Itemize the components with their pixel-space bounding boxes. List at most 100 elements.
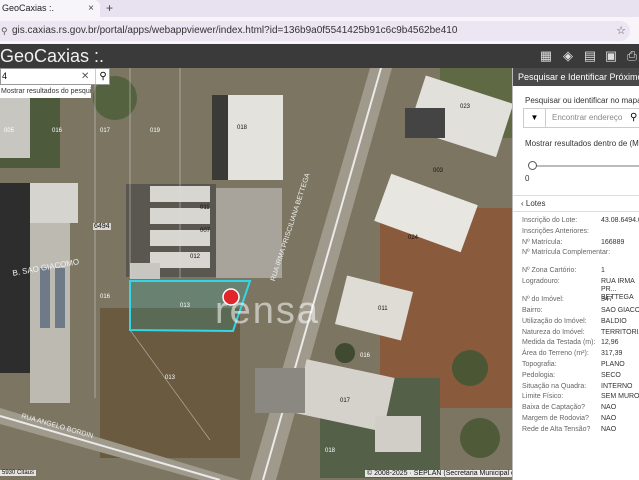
map-search-box[interactable]: 4 ✕ ⚲ <box>0 68 110 85</box>
attribute-row: Nº do Imóvel: 347 <box>522 295 639 306</box>
attribute-row: Pedologia: SECO <box>522 371 639 382</box>
lot-code: 011 <box>200 205 210 211</box>
slider-value: 0 <box>525 174 530 183</box>
attribute-key: Topografia: <box>522 360 557 368</box>
attribute-key: Margem de Rodovia? <box>522 414 589 422</box>
lot-code: 016 <box>360 353 371 359</box>
attribute-row: Área do Terreno (m²): 317,39 <box>522 349 639 360</box>
new-tab-button[interactable]: + <box>106 0 113 16</box>
satellite-map[interactable] <box>0 68 512 480</box>
attribute-row: Bairro: SAO GIACOMO <box>522 306 639 317</box>
scale-bar: 5930 Citaus <box>0 470 37 476</box>
url-field[interactable]: ⚲ gis.caxias.rs.gov.br/portal/apps/webap… <box>0 21 630 41</box>
attribute-row: Margem de Rodovia? NAO <box>522 414 639 425</box>
attribute-value: BALDIO <box>601 317 627 325</box>
attribute-value: 12,96 <box>601 339 619 347</box>
slider-handle[interactable] <box>528 161 537 170</box>
browser-tab-bar: GeoCaxias :. × + <box>0 0 639 17</box>
close-icon[interactable]: × <box>88 0 94 17</box>
panel-title: Pesquisar e Identificar Próximo <box>513 68 639 86</box>
table-icon[interactable]: ▤ <box>582 48 598 64</box>
browser-tab[interactable]: GeoCaxias :. × <box>0 0 100 17</box>
grid-icon[interactable]: ▦ <box>538 48 554 64</box>
attribute-key: Inscrição do Lote: <box>522 217 578 224</box>
attribute-value: 1 <box>601 267 605 275</box>
print-icon[interactable]: ⎙ <box>624 48 639 64</box>
lot-code: 011 <box>378 306 388 312</box>
lot-code: 016 <box>52 128 63 134</box>
url-text: gis.caxias.rs.gov.br/portal/apps/webappv… <box>12 25 458 36</box>
attribute-row: Nº Zona Cartório: 1 <box>522 266 639 277</box>
lot-code: 018 <box>237 125 248 131</box>
attribute-row: Topografia: PLANO <box>522 360 639 371</box>
lot-code: 005 <box>4 128 15 134</box>
search-icon[interactable]: ⚲ <box>95 69 110 84</box>
attribute-key: Inscrições Anteriores: <box>522 227 589 235</box>
attribute-key: Nº Zona Cartório: <box>522 267 577 275</box>
attribute-value: PLANO <box>601 360 625 368</box>
attribute-row: Logradouro: RUA IRMA PR... BETTEGA <box>522 277 639 301</box>
distance-slider[interactable] <box>531 165 639 167</box>
address-bar: ⚲ gis.caxias.rs.gov.br/portal/apps/webap… <box>0 17 639 44</box>
search-icon[interactable]: ⚲ <box>630 109 637 127</box>
lot-code: 017 <box>100 128 111 134</box>
attribute-value: 317,39 <box>601 350 623 358</box>
bookmark-star-icon[interactable]: ☆ <box>616 21 626 41</box>
attribute-row: Nº Matrícula: 166889 <box>522 238 639 249</box>
attribute-value: NAO <box>601 425 617 433</box>
lot-code: 024 <box>408 235 419 241</box>
lot-code: 003 <box>433 168 444 174</box>
watermark: rensa <box>215 290 321 332</box>
attribute-value: NAO <box>601 404 617 412</box>
address-search[interactable]: ▼ Encontrar endereço ⚲ <box>523 108 639 128</box>
address-input[interactable]: Encontrar endereço <box>552 109 622 127</box>
lot-code: 012 <box>190 254 201 260</box>
attribute-value: 347 <box>601 296 613 304</box>
layers-icon[interactable]: ◈ <box>560 48 576 64</box>
site-info-icon[interactable]: ⚲ <box>1 21 8 41</box>
identify-panel: Pesquisar e Identificar Próximo Pesquisa… <box>512 68 639 480</box>
results-distance-label: Mostrar resultados dentro de (Metros) <box>525 139 639 148</box>
lotes-label: Lotes <box>525 199 546 208</box>
attribute-key: Nº do Imóvel: <box>522 296 564 304</box>
attribute-key: Logradouro: <box>522 278 560 286</box>
attribute-key: Limite Físico: <box>522 393 564 401</box>
attribute-list: Inscrição do Lote:43.08.6494.0...Inscriç… <box>522 216 639 436</box>
map-attribution: © 2008-2025 · SEPLAN (Secretaria Municip… <box>365 470 523 477</box>
attribute-value: SAO GIACOMO <box>601 306 639 314</box>
attribute-value: SECO <box>601 371 621 379</box>
lot-code: 017 <box>340 398 351 404</box>
map-icon[interactable]: ▣ <box>603 48 619 64</box>
chevron-down-icon[interactable]: ▼ <box>524 109 546 127</box>
attribute-row: Limite Físico: SEM MURO <box>522 392 639 403</box>
attribute-row: Rede de Alta Tensão? NAO <box>522 425 639 436</box>
lot-code: 007 <box>200 228 211 234</box>
attribute-row: Inscrição do Lote: 43.08.6494.0... <box>522 216 639 227</box>
attribute-row: Baixa de Captação? NAO <box>522 403 639 414</box>
tab-title: GeoCaxias :. <box>2 3 55 13</box>
search-input[interactable]: 4 <box>2 71 7 81</box>
attribute-row: Natureza do Imóvel: TERRITORIAL <box>522 328 639 339</box>
map-view[interactable]: rensa RUA IRMA PRISCILIANA BETTEGA RUA A… <box>0 68 512 480</box>
attribute-key: Pedologia: <box>522 371 556 379</box>
attribute-value: 166889 <box>601 238 625 246</box>
attribute-key: Baixa de Captação? <box>522 404 586 412</box>
lotes-back-button[interactable]: ‹ Lotes <box>513 195 639 212</box>
attribute-key: Nº Matrícula: <box>522 238 563 246</box>
clear-icon[interactable]: ✕ <box>81 69 89 84</box>
search-suggestion[interactable]: Mostrar resultados do pesquisa... <box>0 85 91 98</box>
lot-code: 013 <box>165 375 176 381</box>
attribute-key: Natureza do Imóvel: <box>522 328 585 336</box>
app-header: GeoCaxias :. ▦ ◈ ▤ ▣ ⎙ <box>0 44 639 68</box>
attribute-key: Área do Terreno (m²): <box>522 350 589 358</box>
attribute-key: Nº Matrícula Complementar: <box>522 249 611 257</box>
attribute-row: Medida da Testada (m): 12,96 <box>522 338 639 349</box>
attribute-value: TERRITORIAL <box>601 328 639 336</box>
lot-code: 013 <box>180 303 191 309</box>
lot-code: 018 <box>325 448 336 454</box>
attribute-key: Medida da Testada (m): <box>522 339 596 347</box>
attribute-value: 43.08.6494.0... <box>601 217 639 224</box>
attribute-row: Inscrições Anteriores: <box>522 227 639 238</box>
search-label: Pesquisar ou identificar no mapa <box>525 96 639 105</box>
lot-code: 016 <box>100 294 111 300</box>
